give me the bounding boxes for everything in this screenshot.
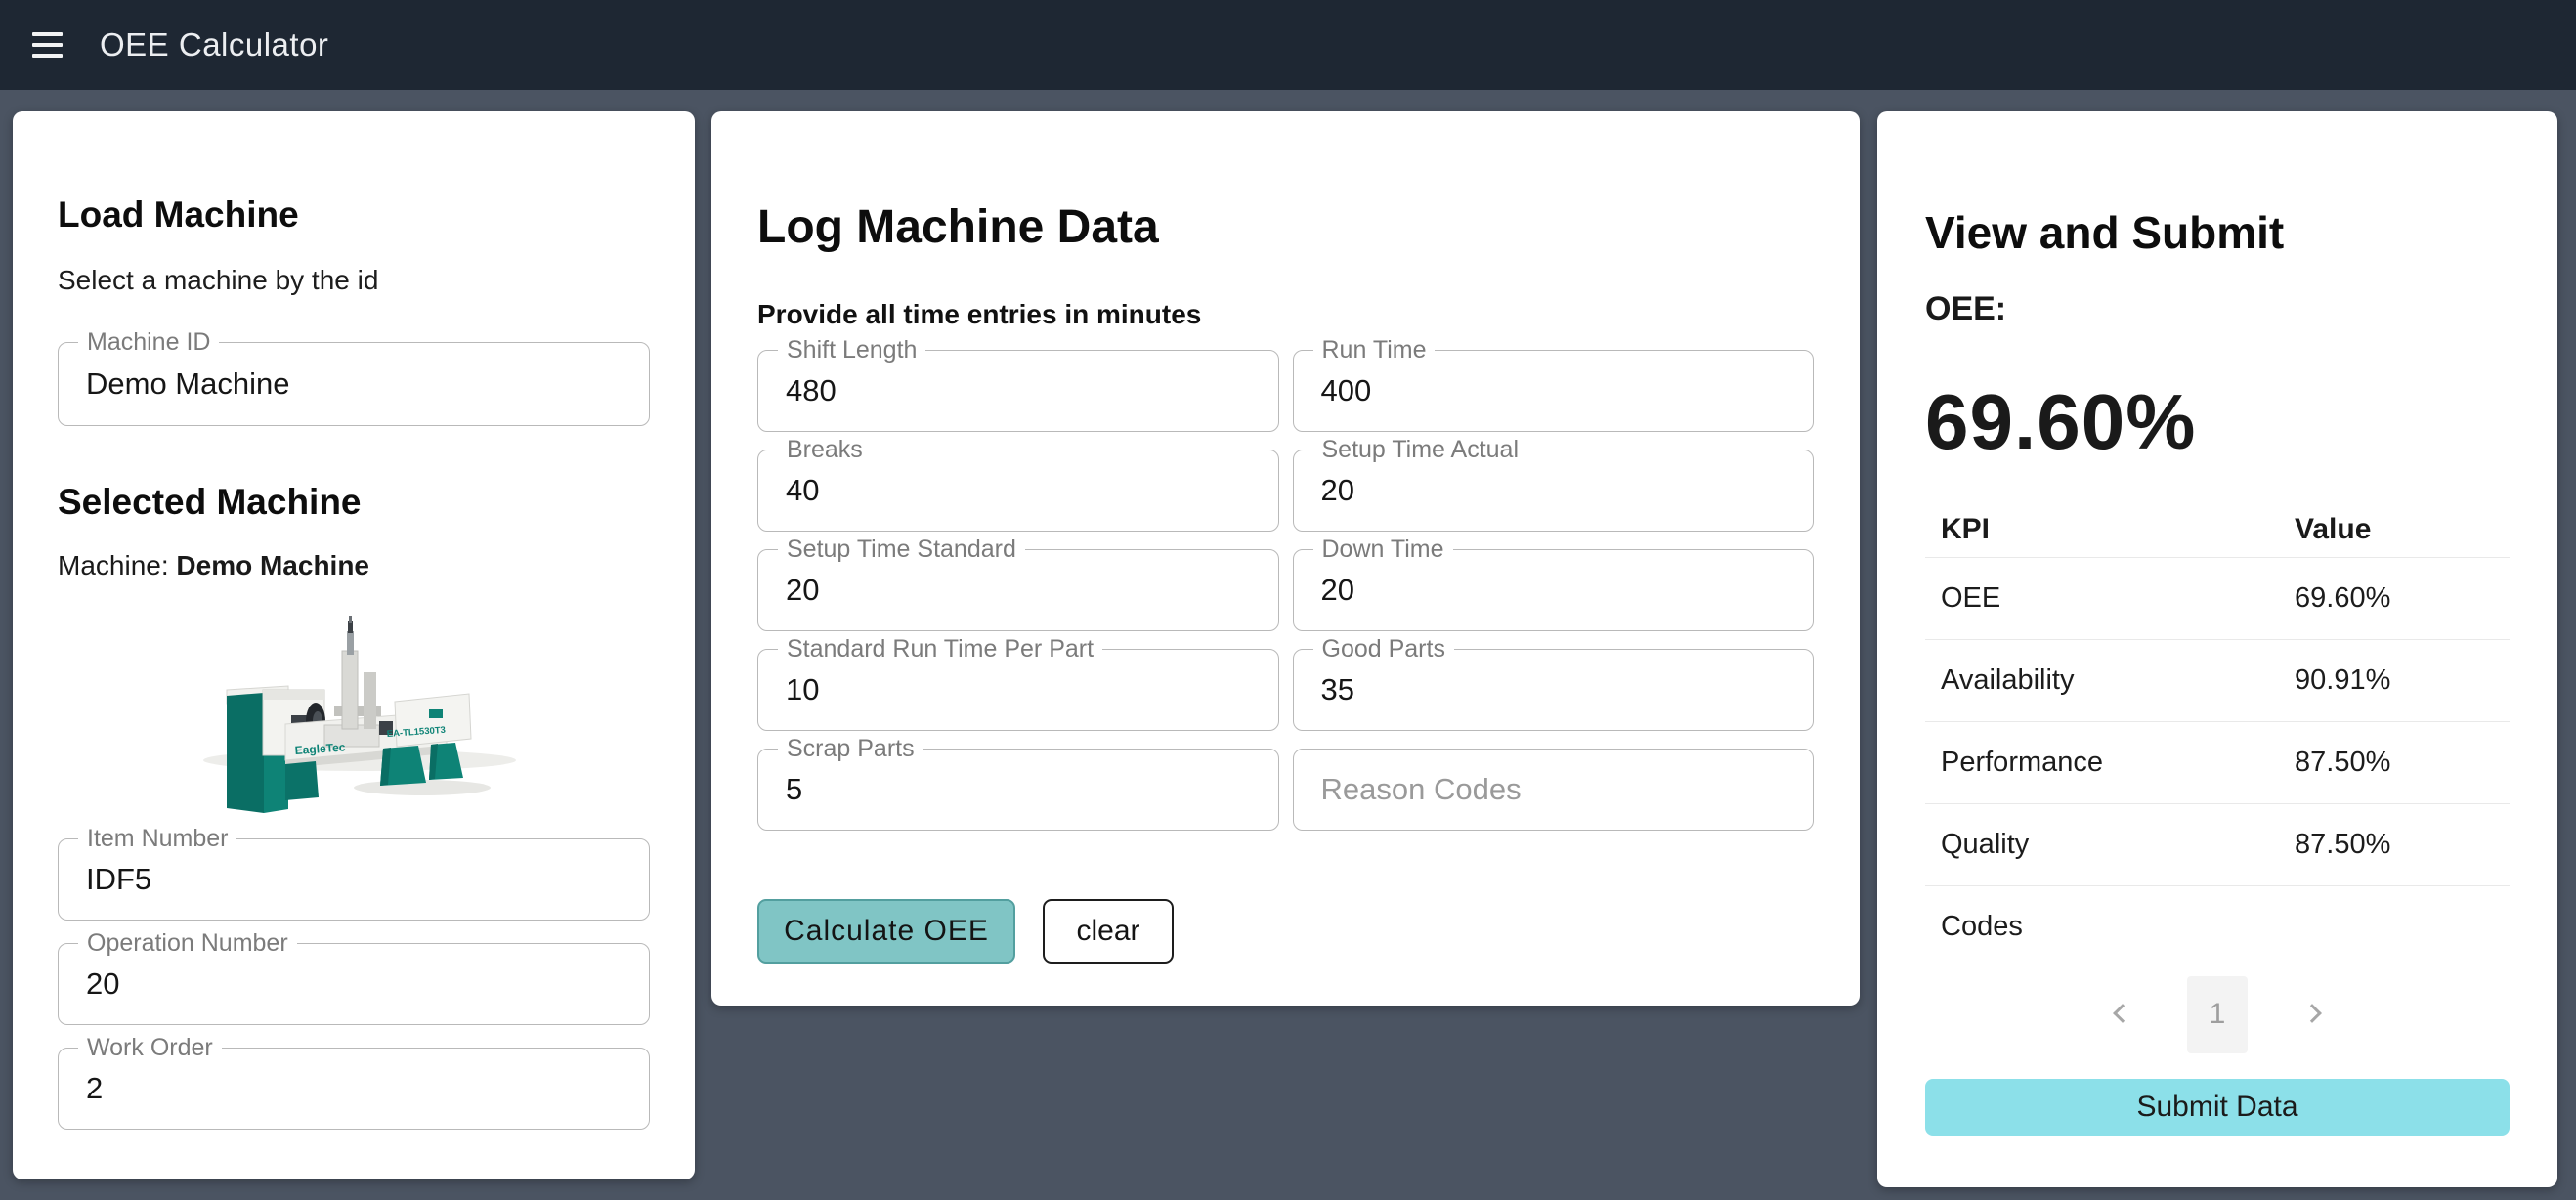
previous-page-button[interactable] (2101, 993, 2144, 1036)
reason-codes-input[interactable] (1294, 750, 1814, 830)
standard-run-time-field: Standard Run Time Per Part (757, 649, 1279, 731)
submit-data-button[interactable]: Submit Data (1925, 1079, 2510, 1136)
table-row: Availability 90.91% (1925, 639, 2510, 721)
app-bar: OEE Calculator (0, 0, 2576, 90)
pagination: 1 (1925, 975, 2510, 1053)
load-machine-card: Load Machine Select a machine by the id … (13, 111, 695, 1179)
kpi-table-header: KPI Value (1925, 502, 2510, 557)
chevron-left-icon (2113, 1004, 2132, 1023)
time-entries-note: Provide all time entries in minutes (757, 298, 1814, 331)
value-header-cell: Value (2279, 513, 2510, 546)
machine-image: EagleTec EA-TL1530T3 (188, 612, 520, 825)
clear-button[interactable]: clear (1043, 899, 1174, 964)
setup-time-standard-field: Setup Time Standard (757, 549, 1279, 631)
work-order-label: Work Order (78, 1034, 222, 1061)
selected-machine-line: Machine: Demo Machine (58, 549, 650, 582)
selected-machine-name: Demo Machine (176, 550, 369, 580)
load-machine-title: Load Machine (58, 193, 650, 236)
log-machine-title: Log Machine Data (757, 199, 1814, 256)
selected-machine-title: Selected Machine (58, 481, 650, 524)
reason-codes-field (1293, 749, 1815, 831)
machine-id-label: Machine ID (78, 328, 219, 356)
log-machine-data-card: Log Machine Data Provide all time entrie… (711, 111, 1860, 1006)
oee-label: OEE: (1925, 289, 2510, 328)
app-title: OEE Calculator (100, 26, 328, 64)
item-number-field: Item Number (58, 838, 650, 921)
setup-time-actual-field: Setup Time Actual (1293, 450, 1815, 532)
next-page-button[interactable] (2291, 993, 2334, 1036)
log-actions: Calculate OEE clear (757, 899, 1814, 964)
chevron-right-icon (2302, 1004, 2322, 1023)
breaks-field: Breaks (757, 450, 1279, 532)
kpi-header-cell: KPI (1925, 513, 2279, 546)
menu-button[interactable] (16, 14, 78, 76)
scrap-parts-field: Scrap Parts (757, 749, 1279, 831)
kpi-table: KPI Value OEE 69.60% Availability 90.91%… (1925, 502, 2510, 967)
log-fields-grid: Shift Length Run Time Breaks Setup Time … (757, 350, 1814, 831)
operation-number-field: Operation Number (58, 943, 650, 1025)
shift-length-field: Shift Length (757, 350, 1279, 432)
work-order-field: Work Order (58, 1048, 650, 1130)
oee-value: 69.60% (1925, 377, 2510, 467)
operation-number-label: Operation Number (78, 929, 297, 957)
good-parts-field: Good Parts (1293, 649, 1815, 731)
table-row: Codes (1925, 885, 2510, 967)
view-submit-title: View and Submit (1925, 205, 2510, 260)
load-machine-subtitle: Select a machine by the id (58, 264, 650, 297)
hamburger-icon (32, 32, 63, 36)
down-time-field: Down Time (1293, 549, 1815, 631)
calculate-oee-button[interactable]: Calculate OEE (757, 899, 1015, 964)
page-1-button[interactable]: 1 (2187, 976, 2248, 1053)
machine-id-field: Machine ID (58, 342, 650, 426)
view-submit-card: View and Submit OEE: 69.60% KPI Value OE… (1877, 111, 2557, 1187)
run-time-field: Run Time (1293, 350, 1815, 432)
table-row: OEE 69.60% (1925, 557, 2510, 639)
table-row: Quality 87.50% (1925, 803, 2510, 885)
table-row: Performance 87.50% (1925, 721, 2510, 803)
item-number-label: Item Number (78, 825, 236, 852)
